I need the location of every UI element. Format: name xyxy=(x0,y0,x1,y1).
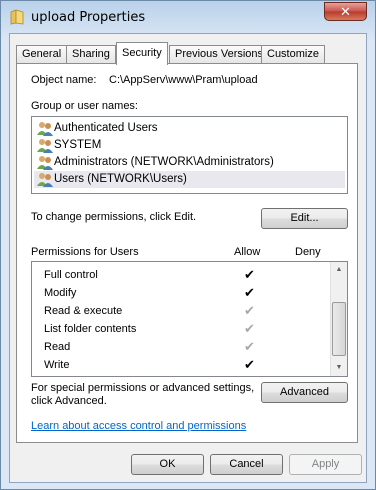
tab-label: Security xyxy=(122,47,162,59)
learn-more-link[interactable]: Learn about access control and permissio… xyxy=(31,420,246,432)
deny-column-header: Deny xyxy=(295,246,321,258)
advanced-hint-line2: click Advanced. xyxy=(31,395,107,407)
permission-row: List folder contents ✔ xyxy=(44,320,344,338)
tab-security[interactable]: Security xyxy=(116,42,168,65)
window-title: upload Properties xyxy=(31,10,146,25)
users-icon xyxy=(37,122,53,136)
tab-general[interactable]: General xyxy=(16,45,68,64)
edit-button[interactable]: Edit... xyxy=(261,208,348,229)
tab-customize[interactable]: Customize xyxy=(261,45,325,64)
users-icon xyxy=(37,156,53,170)
scroll-up-icon[interactable]: ▲ xyxy=(331,262,347,278)
permission-row: Full control ✔ xyxy=(44,266,344,284)
group-name: SYSTEM xyxy=(54,139,102,151)
permission-name: Write xyxy=(44,359,70,371)
permission-name: Read xyxy=(44,341,71,353)
scroll-down-icon[interactable]: ▼ xyxy=(331,360,347,376)
inherited-check-icon: ✔ xyxy=(244,339,255,354)
close-icon: ✕ xyxy=(340,4,351,19)
scrollbar-thumb[interactable] xyxy=(332,302,346,356)
properties-window: upload Properties ✕ General Sharing Secu… xyxy=(0,0,376,490)
group-name: Authenticated Users xyxy=(54,122,158,134)
users-icon xyxy=(37,173,53,187)
group-name: Users (NETWORK\Users) xyxy=(54,173,187,185)
folder-icon xyxy=(10,9,24,25)
tab-sharing[interactable]: Sharing xyxy=(66,45,116,64)
tab-previous-versions[interactable]: Previous Versions xyxy=(169,45,270,64)
object-name-label: Object name: xyxy=(31,74,97,86)
advanced-button[interactable]: Advanced xyxy=(261,382,348,403)
list-item[interactable]: SYSTEM xyxy=(34,137,345,154)
advanced-hint-line1: For special permissions or advanced sett… xyxy=(31,382,255,394)
users-icon xyxy=(37,139,53,153)
check-icon: ✔ xyxy=(244,267,255,282)
close-button[interactable]: ✕ xyxy=(324,2,367,21)
tab-label: Sharing xyxy=(72,48,110,60)
inherited-check-icon: ✔ xyxy=(244,303,255,318)
permission-name: Full control xyxy=(44,269,98,281)
check-icon: ✔ xyxy=(244,285,255,300)
permissions-label: Permissions for Users xyxy=(31,246,139,258)
permissions-scrollbar[interactable]: ▲ ▼ xyxy=(330,262,347,376)
group-name: Administrators (NETWORK\Administrators) xyxy=(54,156,274,168)
security-panel: Object name: C:\AppServ\www\Pram\upload … xyxy=(16,63,358,443)
apply-button[interactable]: Apply xyxy=(289,454,362,475)
group-user-list[interactable]: Authenticated Users SYSTEM Administrator… xyxy=(31,116,348,194)
permission-row: Read ✔ xyxy=(44,338,344,356)
list-item[interactable]: Administrators (NETWORK\Administrators) xyxy=(34,154,345,171)
permission-row: Read & execute ✔ xyxy=(44,302,344,320)
object-name-value: C:\AppServ\www\Pram\upload xyxy=(109,74,258,86)
title-bar[interactable]: upload Properties ✕ xyxy=(1,1,375,35)
permission-name: List folder contents xyxy=(44,323,137,335)
cancel-button[interactable]: Cancel xyxy=(210,454,283,475)
list-item-selected[interactable]: Users (NETWORK\Users) xyxy=(34,171,345,188)
change-permissions-hint: To change permissions, click Edit. xyxy=(31,211,197,223)
group-list-label: Group or user names: xyxy=(31,100,138,112)
permission-row: Modify ✔ xyxy=(44,284,344,302)
tab-label: General xyxy=(22,48,62,60)
ok-button[interactable]: OK xyxy=(131,454,204,475)
tab-label: Customize xyxy=(267,48,319,60)
list-item[interactable]: Authenticated Users xyxy=(34,120,345,137)
inherited-check-icon: ✔ xyxy=(244,321,255,336)
permission-name: Read & execute xyxy=(44,305,123,317)
permissions-list: Full control ✔ Modify ✔ Read & execute ✔… xyxy=(31,261,348,377)
permission-row: Write ✔ xyxy=(44,356,344,374)
dialog-body: General Sharing Security Previous Versio… xyxy=(9,33,367,483)
permission-name: Modify xyxy=(44,287,77,299)
allow-column-header: Allow xyxy=(234,246,261,258)
tab-label: Previous Versions xyxy=(175,48,264,60)
check-icon: ✔ xyxy=(244,357,255,372)
